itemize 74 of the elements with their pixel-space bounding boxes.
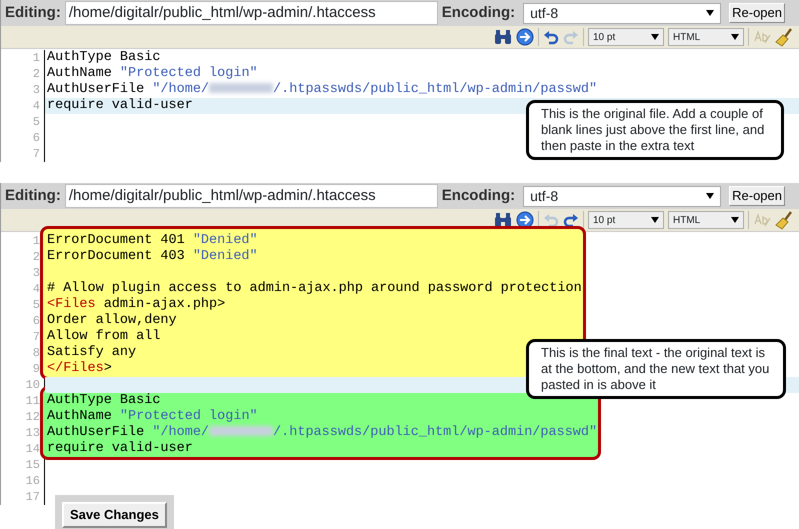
reopen-button[interactable]: Re-open bbox=[729, 186, 785, 206]
code-line: </Files> bbox=[47, 361, 112, 377]
encoding-select[interactable]: utf-8 bbox=[523, 2, 722, 24]
line-number: 5 bbox=[32, 297, 40, 313]
line-number: 11 bbox=[24, 393, 40, 409]
code-line: require valid-user bbox=[47, 441, 193, 457]
callout: This is the original file. Add a couple of blank lines just above the first line, and then paste in the extra text bbox=[526, 100, 784, 160]
line-number: 1 bbox=[32, 233, 40, 249]
save-changes-button[interactable]: Save Changes bbox=[62, 502, 167, 528]
caret-icon bbox=[651, 217, 659, 223]
line-number: 1 bbox=[32, 50, 40, 66]
code-line: # Allow plugin access to admin-ajax.php around password protection bbox=[47, 281, 582, 297]
line-number: 10 bbox=[24, 377, 40, 393]
code-line: AuthName "Protected login" bbox=[47, 66, 258, 82]
line-number: 8 bbox=[32, 345, 40, 361]
redo-icon[interactable] bbox=[563, 212, 579, 228]
code-line: AuthType Basic bbox=[47, 393, 160, 409]
encoding-label: Encoding: bbox=[440, 186, 516, 206]
line-number: 2 bbox=[32, 249, 40, 265]
callout: This is the final text - the original text is at the bottom, and the new text that you pasted in is above it bbox=[526, 339, 786, 399]
blurred-text bbox=[209, 426, 274, 436]
caret-icon bbox=[706, 10, 714, 16]
broom-icon[interactable] bbox=[775, 210, 795, 230]
line-number: 6 bbox=[32, 130, 40, 146]
line-number: 14 bbox=[24, 441, 40, 457]
code-line: require valid-user bbox=[47, 98, 193, 114]
code-line: AuthUserFile "/home/ /.htpasswds/public_html/wp-admin/passwd" bbox=[47, 82, 598, 98]
caret-icon bbox=[706, 193, 714, 199]
editing-label: Editing: bbox=[4, 2, 62, 23]
font-size-select[interactable]: 10 pt bbox=[588, 28, 664, 46]
line-number: 7 bbox=[32, 329, 40, 345]
line-number: 3 bbox=[32, 82, 40, 98]
line-number: 6 bbox=[32, 313, 40, 329]
line-number: 3 bbox=[32, 265, 40, 281]
line-number: 4 bbox=[32, 98, 40, 114]
code-line: <Files admin-ajax.php> bbox=[47, 297, 226, 313]
line-number: 2 bbox=[32, 66, 40, 82]
line-number: 9 bbox=[32, 361, 40, 377]
line-number: 16 bbox=[24, 473, 40, 489]
code-line: Allow from all bbox=[47, 329, 160, 345]
line-number: 12 bbox=[24, 409, 40, 425]
blurred-text bbox=[209, 83, 274, 94]
code-line: AuthUserFile "/home/ /.htpasswds/public_html/wp-admin/passwd" bbox=[47, 425, 598, 441]
code-line: Satisfy any bbox=[47, 345, 136, 361]
line-number: 5 bbox=[32, 114, 40, 130]
undo-icon[interactable] bbox=[543, 29, 559, 45]
line-number: 13 bbox=[24, 425, 40, 441]
font-size-select[interactable]: 10 pt bbox=[588, 211, 664, 229]
mode-select[interactable]: HTML bbox=[668, 211, 744, 229]
code-line: AuthType Basic bbox=[47, 50, 160, 66]
line-number: 7 bbox=[32, 146, 40, 162]
broom-icon[interactable] bbox=[775, 27, 795, 47]
editing-label: Editing: bbox=[4, 186, 62, 206]
code-line: Order allow,deny bbox=[47, 313, 177, 329]
undo-icon[interactable] bbox=[543, 212, 559, 228]
line-number: 15 bbox=[24, 457, 40, 473]
reopen-button[interactable]: Re-open bbox=[729, 3, 785, 23]
mode-select[interactable]: HTML bbox=[668, 28, 744, 46]
binoculars-icon[interactable] bbox=[494, 212, 512, 228]
line-number: 17 bbox=[24, 489, 40, 505]
code-line: ErrorDocument 403 "Denied" bbox=[47, 249, 258, 265]
caret-icon bbox=[731, 34, 739, 40]
code-line: AuthName "Protected login" bbox=[47, 409, 258, 425]
binoculars-icon[interactable] bbox=[494, 29, 512, 45]
caret-icon bbox=[651, 34, 659, 40]
path-field[interactable]: /home/digitalr/public_html/wp-admin/.htaccess bbox=[64, 1, 438, 25]
encoding-select[interactable]: utf-8 bbox=[523, 186, 722, 206]
spellcheck-icon[interactable] bbox=[753, 212, 771, 228]
line-number: 4 bbox=[32, 281, 40, 297]
path-field[interactable]: /home/digitalr/public_html/wp-admin/.htaccess bbox=[64, 184, 438, 208]
encoding-label: Encoding: bbox=[440, 2, 516, 23]
code-line: ErrorDocument 401 "Denied" bbox=[47, 233, 258, 249]
spellcheck-icon[interactable] bbox=[753, 29, 771, 45]
caret-icon bbox=[731, 217, 739, 223]
